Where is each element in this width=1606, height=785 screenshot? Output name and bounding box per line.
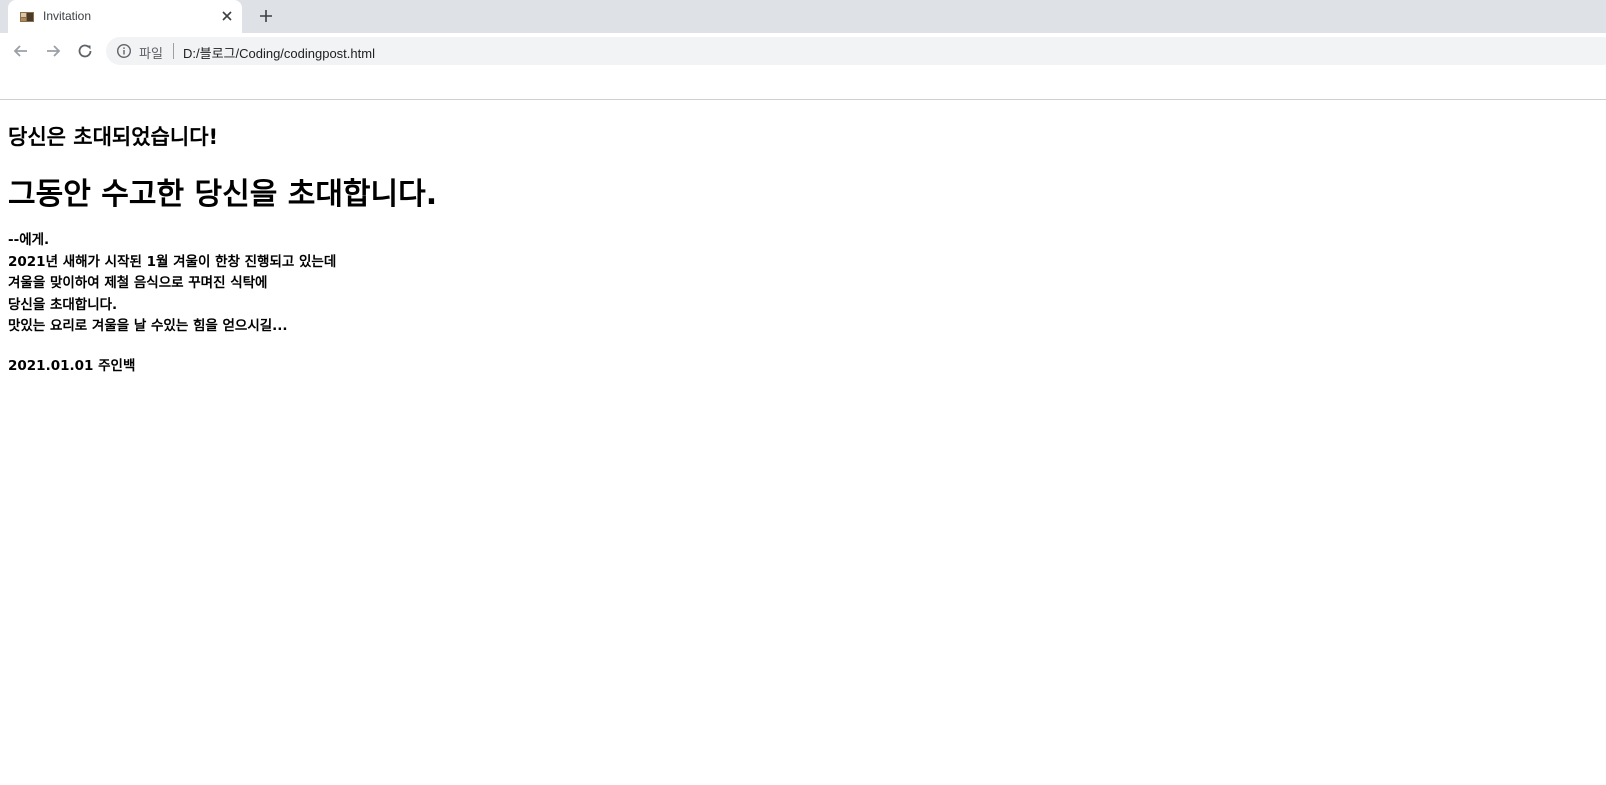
back-arrow-icon[interactable] xyxy=(11,41,31,61)
browser-tab[interactable]: Invitation xyxy=(8,0,242,33)
new-tab-plus-icon[interactable] xyxy=(256,6,276,26)
address-bar[interactable]: 파일 D:/블로그/Coding/codingpost.html xyxy=(106,37,1606,65)
letter-body: --에게. 2021년 새해가 시작된 1월 겨울이 한창 진행되고 있는데 겨… xyxy=(8,230,336,338)
browser-toolbar: 파일 D:/블로그/Coding/codingpost.html xyxy=(0,33,1606,68)
reload-icon[interactable] xyxy=(75,41,95,61)
close-tab-icon[interactable] xyxy=(218,7,236,25)
url-text[interactable]: D:/블로그/Coding/codingpost.html xyxy=(183,43,375,62)
url-scheme-label: 파일 xyxy=(139,47,163,62)
tab-strip: Invitation xyxy=(0,0,1606,33)
invitation-subtitle: 당신은 초대되었습니다! xyxy=(8,125,219,149)
invitation-title: 그동안 수고한 당신을 초대합니다. xyxy=(8,177,438,212)
forward-arrow-icon[interactable] xyxy=(43,41,63,61)
bookmark-bar xyxy=(0,68,1606,100)
omnibox-divider xyxy=(173,43,174,59)
letter-line: 당신을 초대합니다. xyxy=(8,296,118,313)
letter-line: 맛있는 요리로 겨울을 날 수있는 힘을 얻으시길... xyxy=(8,318,288,334)
letter-line: --에게. xyxy=(8,232,50,248)
site-info-icon[interactable] xyxy=(116,43,132,59)
letter-line: 2021년 새해가 시작된 1월 겨울이 한창 진행되고 있는데 xyxy=(8,253,337,270)
signature-line: 2021.01.01 주인백 xyxy=(8,358,136,374)
page-favicon-icon xyxy=(19,9,35,25)
tab-title: Invitation xyxy=(43,9,92,23)
letter-line: 겨울을 맞이하여 제철 음식으로 꾸며진 식탁에 xyxy=(8,275,268,291)
